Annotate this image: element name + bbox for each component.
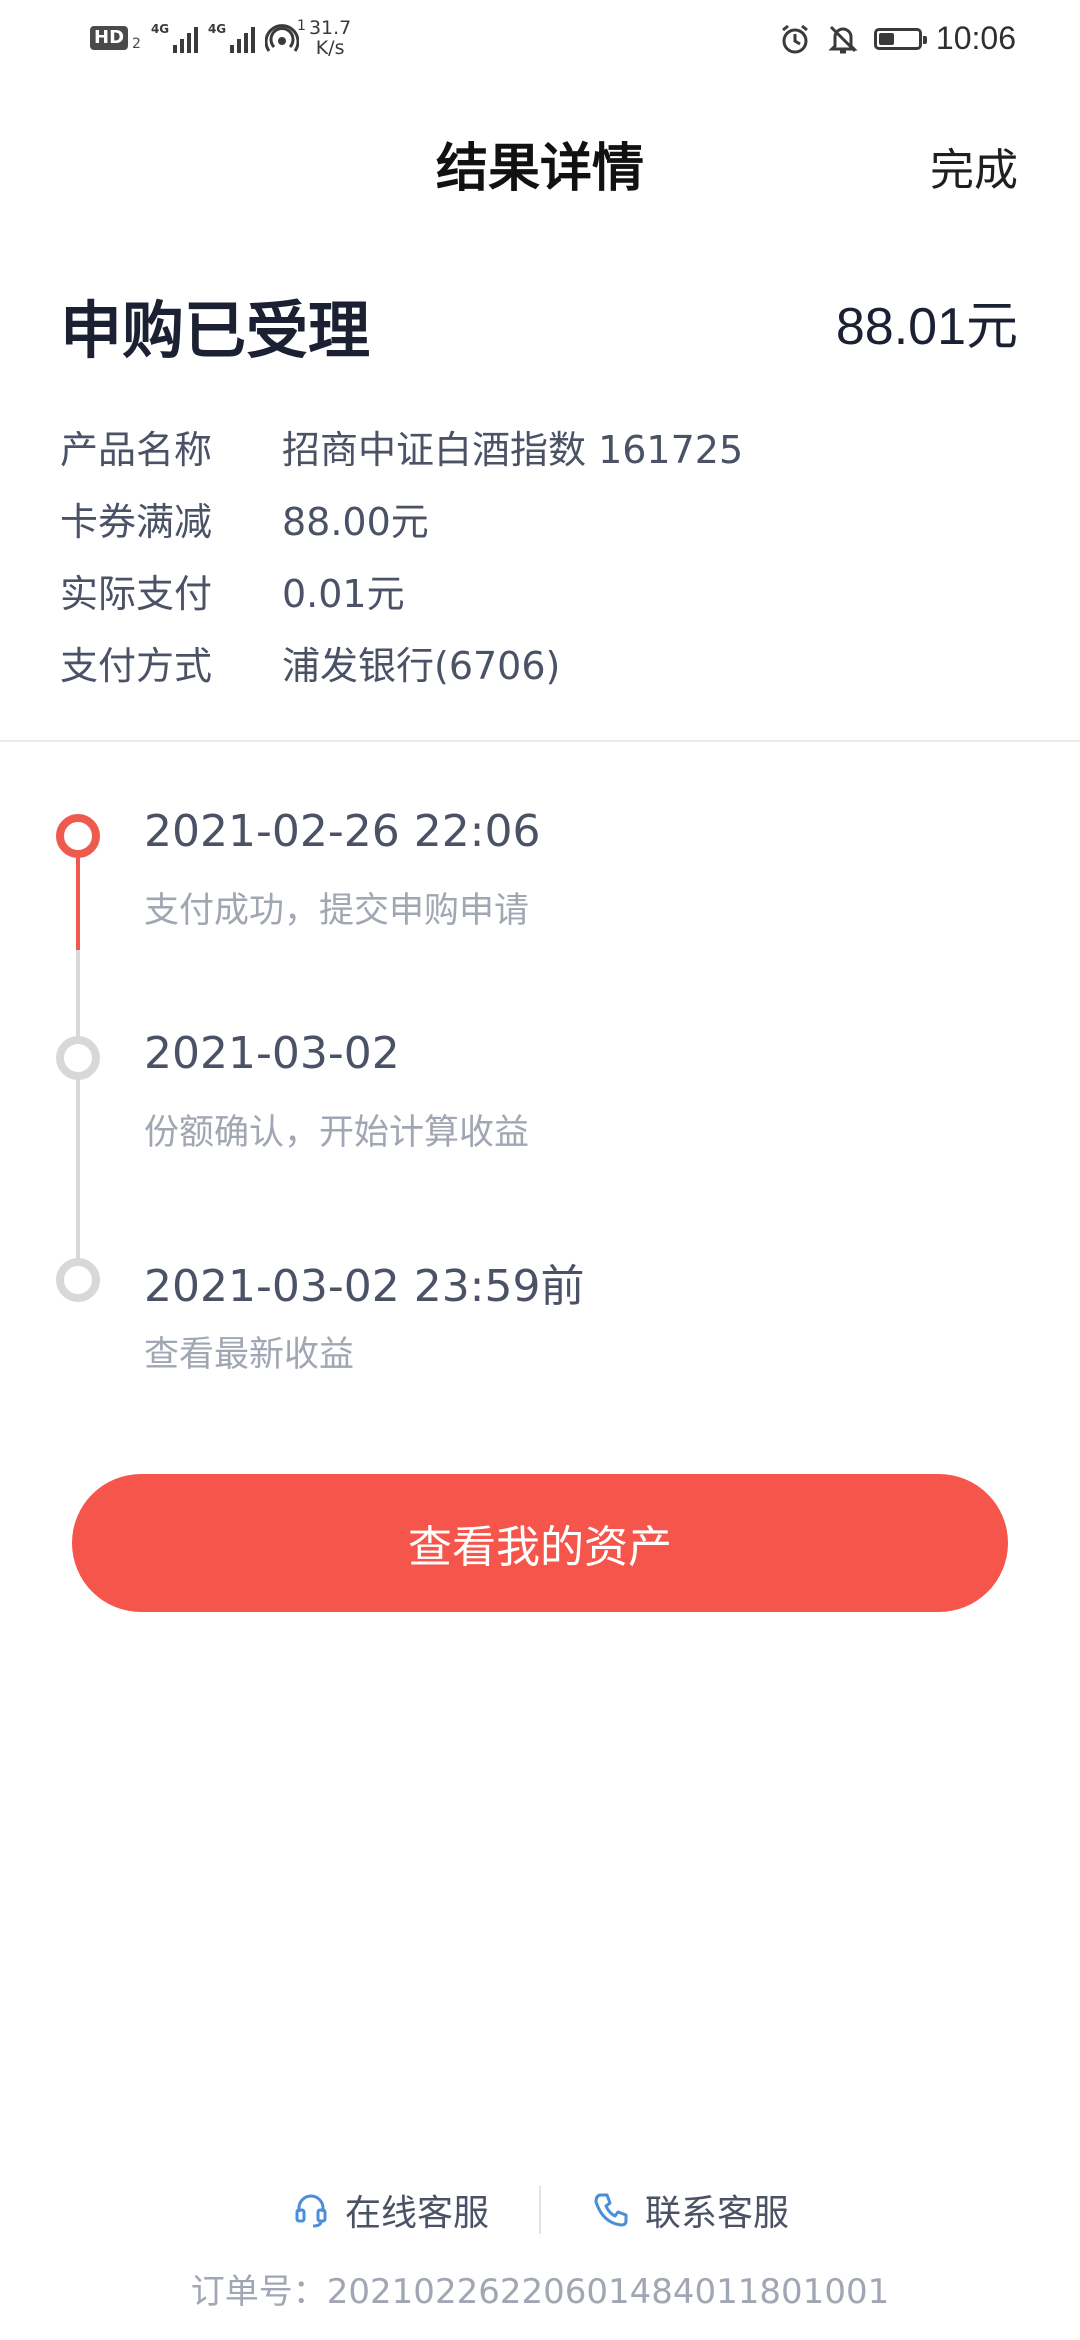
timeline-dot-pending — [56, 1258, 100, 1302]
detail-label: 实际支付 — [60, 571, 213, 616]
detail-label: 产品名称 — [60, 427, 213, 472]
status-left: HD 2 4G 4G 1 31.7 K/s — [90, 18, 351, 58]
phone-icon — [594, 2193, 628, 2227]
header: 结果详情 完成 — [0, 100, 1080, 220]
timeline-dot-pending — [56, 1036, 100, 1080]
section-divider — [0, 740, 1080, 742]
timeline-dot-active — [56, 814, 100, 858]
wifi-hotspot-icon — [264, 24, 299, 52]
mute-icon — [828, 25, 858, 53]
timeline-time: 2021-03-02 23:59前 — [144, 1261, 585, 1312]
status-bar: HD 2 4G 4G 1 31.7 K/s 10:06 — [0, 0, 1080, 86]
signal-icon: 4G — [151, 23, 198, 53]
online-service-label: 在线客服 — [344, 2193, 489, 2234]
detail-row-coupon: 卡券满减 88.00元 — [60, 482, 743, 554]
battery-icon — [873, 27, 927, 50]
detail-label: 卡券满减 — [60, 499, 213, 544]
timeline-line-pending — [76, 950, 80, 1286]
contact-service-label: 联系客服 — [645, 2193, 790, 2234]
detail-label: 支付方式 — [60, 643, 213, 688]
timeline-desc: 查看最新收益 — [144, 1335, 355, 1375]
network-type: 4G — [207, 22, 227, 36]
detail-row-product: 产品名称 招商中证白酒指数 161725 — [60, 410, 743, 482]
headset-icon — [295, 2194, 327, 2228]
network-speed: 1 31.7 K/s — [297, 17, 352, 59]
order-number-line: 订单号：20210226220601484011801001 — [0, 2264, 1080, 2313]
speed-unit: K/s — [315, 37, 345, 59]
detail-value: 88.00元 — [282, 499, 429, 544]
detail-row-payment-method: 支付方式 浦发银行(6706) — [60, 626, 743, 698]
contact-service-link[interactable]: 联系客服 — [541, 2184, 839, 2236]
detail-row-paid: 实际支付 0.01元 — [60, 554, 743, 626]
online-service-link[interactable]: 在线客服 — [241, 2184, 539, 2236]
detail-list: 产品名称 招商中证白酒指数 161725 卡券满减 88.00元 实际支付 0.… — [60, 410, 743, 698]
detail-value: 浦发银行(6706) — [282, 643, 561, 688]
detail-value: 招商中证白酒指数 161725 — [282, 427, 744, 472]
order-amount: 88.01元 — [835, 298, 1018, 356]
order-number-value: 20210226220601484011801001 — [326, 2272, 890, 2312]
alarm-icon — [781, 24, 808, 53]
signal-icon: 4G — [208, 23, 255, 53]
speed-sup: 1 — [296, 18, 306, 34]
network-type: 4G — [150, 22, 170, 36]
order-status: 申购已受理 — [60, 294, 371, 367]
hd-sub: 2 — [132, 36, 141, 52]
clock: 10:06 — [935, 20, 1016, 56]
order-number-label: 订单号： — [190, 2272, 327, 2312]
status-right: 10:06 — [778, 20, 1016, 57]
service-links: 在线客服 联系客服 — [0, 2184, 1080, 2236]
timeline-desc: 支付成功，提交申购申请 — [144, 891, 530, 931]
page-title: 结果详情 — [435, 139, 644, 199]
view-my-assets-button[interactable]: 查看我的资产 — [72, 1474, 1008, 1612]
hd-badge: HD — [90, 26, 129, 50]
timeline-time: 2021-02-26 22:06 — [144, 806, 541, 857]
done-button[interactable]: 完成 — [930, 134, 1018, 198]
detail-value: 0.01元 — [282, 571, 405, 616]
speed-value: 31.7 — [308, 17, 352, 39]
timeline-desc: 份额确认，开始计算收益 — [144, 1113, 530, 1153]
timeline-time: 2021-03-02 — [144, 1028, 400, 1079]
